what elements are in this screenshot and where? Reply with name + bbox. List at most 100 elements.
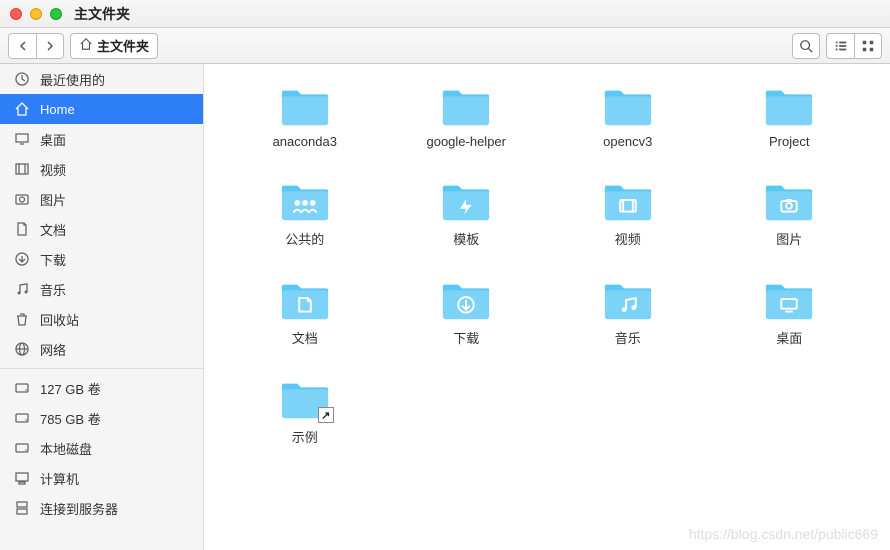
- sidebar-item-label: 最近使用的: [40, 70, 105, 89]
- folder-label: 图片: [776, 229, 802, 248]
- sidebar-item[interactable]: 图片: [0, 184, 203, 214]
- folder-item[interactable]: 下载: [396, 278, 538, 347]
- window-title: 主文件夹: [74, 4, 130, 24]
- sidebar-item-label: 127 GB 卷: [40, 379, 101, 398]
- folder-item[interactable]: 音乐: [557, 278, 699, 347]
- back-button[interactable]: [8, 33, 36, 59]
- folder-item[interactable]: opencv3: [557, 84, 699, 149]
- folder-item[interactable]: 模板: [396, 179, 538, 248]
- folder-icon: [601, 179, 655, 223]
- path-label: 主文件夹: [97, 36, 149, 55]
- nav-buttons: [8, 33, 64, 59]
- sidebar-item-label: 本地磁盘: [40, 439, 92, 458]
- video-icon: [14, 161, 30, 177]
- home-icon: [14, 101, 30, 117]
- forward-button[interactable]: [36, 33, 64, 59]
- folder-item[interactable]: 公共的: [234, 179, 376, 248]
- folder-label: google-helper: [426, 134, 506, 149]
- photo-icon: [14, 191, 30, 207]
- sidebar-item[interactable]: 127 GB 卷: [0, 373, 203, 403]
- folder-icon: ↗: [278, 377, 332, 421]
- folder-label: 示例: [292, 427, 318, 446]
- sidebar-item[interactable]: Home: [0, 94, 203, 124]
- folder-label: Project: [769, 134, 809, 149]
- folder-label: anaconda3: [273, 134, 337, 149]
- sidebar-item[interactable]: 视频: [0, 154, 203, 184]
- sidebar-item[interactable]: 回收站: [0, 304, 203, 334]
- sidebar-item[interactable]: 本地磁盘: [0, 433, 203, 463]
- music-icon: [14, 281, 30, 297]
- folder-icon: [278, 84, 332, 128]
- folder-icon: [439, 278, 493, 322]
- sidebar-item-label: 回收站: [40, 310, 79, 329]
- window-controls: [10, 8, 62, 20]
- sidebar-item-label: 网络: [40, 340, 66, 359]
- sidebar-item[interactable]: 桌面: [0, 124, 203, 154]
- sidebar-item[interactable]: 785 GB 卷: [0, 403, 203, 433]
- sidebar: 最近使用的 Home 桌面视频图片文档下载音乐回收站网络 127 GB 卷 785 GB…: [0, 64, 204, 550]
- sidebar-item[interactable]: 连接到服务器: [0, 493, 203, 523]
- folder-icon: [601, 278, 655, 322]
- folder-item[interactable]: 图片: [719, 179, 861, 248]
- disk-icon: [14, 380, 30, 396]
- sidebar-item-label: 下载: [40, 250, 66, 269]
- close-window-button[interactable]: [10, 8, 22, 20]
- sidebar-item-label: 文档: [40, 220, 66, 239]
- folder-item[interactable]: 桌面: [719, 278, 861, 347]
- computer-icon: [14, 470, 30, 486]
- folder-label: 公共的: [285, 229, 324, 248]
- disk-icon: [14, 410, 30, 426]
- sidebar-item-label: 计算机: [40, 469, 79, 488]
- pathbar[interactable]: 主文件夹: [70, 33, 158, 59]
- folder-item[interactable]: ↗示例: [234, 377, 376, 446]
- folder-icon: [762, 179, 816, 223]
- search-button[interactable]: [792, 33, 820, 59]
- sidebar-item[interactable]: 最近使用的: [0, 64, 203, 94]
- view-buttons: [826, 33, 882, 59]
- folder-icon: [439, 84, 493, 128]
- folder-label: 模板: [453, 229, 479, 248]
- shortcut-arrow-icon: ↗: [318, 407, 334, 423]
- sidebar-item[interactable]: 文档: [0, 214, 203, 244]
- folder-item[interactable]: google-helper: [396, 84, 538, 149]
- folder-item[interactable]: anaconda3: [234, 84, 376, 149]
- trash-icon: [14, 311, 30, 327]
- desktop-icon: [14, 131, 30, 147]
- toolbar: 主文件夹: [0, 28, 890, 64]
- sidebar-item[interactable]: 下载: [0, 244, 203, 274]
- sidebar-item-label: 桌面: [40, 130, 66, 149]
- folder-item[interactable]: 文档: [234, 278, 376, 347]
- folder-item[interactable]: Project: [719, 84, 861, 149]
- sidebar-item[interactable]: 音乐: [0, 274, 203, 304]
- sidebar-item-label: 视频: [40, 160, 66, 179]
- folder-icon: [278, 278, 332, 322]
- folder-icon: [278, 179, 332, 223]
- folder-label: opencv3: [603, 134, 652, 149]
- sidebar-item[interactable]: 网络: [0, 334, 203, 364]
- folder-label: 音乐: [615, 328, 641, 347]
- folder-label: 下载: [453, 328, 479, 347]
- sidebar-item-label: 音乐: [40, 280, 66, 299]
- sidebar-item-label: 连接到服务器: [40, 499, 118, 518]
- folder-item[interactable]: 视频: [557, 179, 699, 248]
- network-icon: [14, 341, 30, 357]
- folder-icon: [762, 278, 816, 322]
- sidebar-item[interactable]: 计算机: [0, 463, 203, 493]
- sidebar-item-label: Home: [40, 102, 75, 117]
- folder-label: 视频: [615, 229, 641, 248]
- clock-icon: [14, 71, 30, 87]
- list-view-button[interactable]: [826, 33, 854, 59]
- download-icon: [14, 251, 30, 267]
- folder-label: 桌面: [776, 328, 802, 347]
- minimize-window-button[interactable]: [30, 8, 42, 20]
- sidebar-item-label: 785 GB 卷: [40, 409, 101, 428]
- maximize-window-button[interactable]: [50, 8, 62, 20]
- watermark: https://blog.csdn.net/public669: [689, 526, 878, 542]
- titlebar: 主文件夹: [0, 0, 890, 28]
- icon-view-button[interactable]: [854, 33, 882, 59]
- folder-grid: anaconda3 google-helper opencv3 Project 公共的 模…: [234, 84, 860, 446]
- folder-label: 文档: [292, 328, 318, 347]
- home-icon: [79, 37, 93, 54]
- folder-icon: [762, 84, 816, 128]
- content-area: anaconda3 google-helper opencv3 Project 公共的 模…: [204, 64, 890, 550]
